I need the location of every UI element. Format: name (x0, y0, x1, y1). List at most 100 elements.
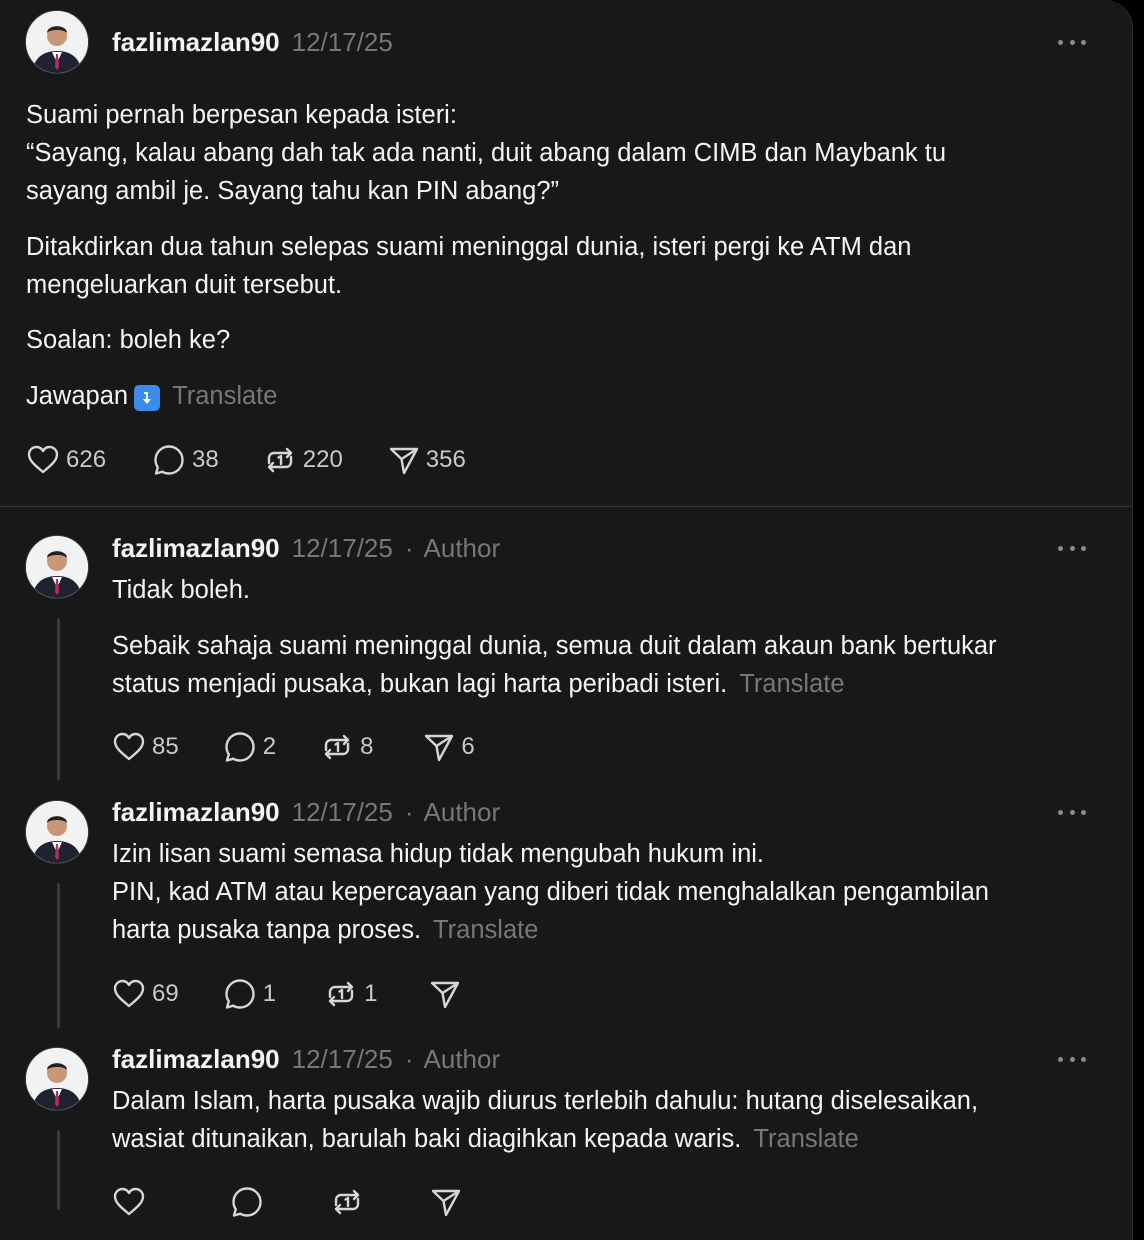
reply-header: fazlimazlan90 12/17/25 · Author (112, 796, 500, 828)
separator-dot: · (404, 797, 414, 827)
author-label: Author (423, 533, 501, 563)
reply-header: fazlimazlan90 12/17/25 · Author (112, 1043, 500, 1075)
thread-card: fazlimazlan90 12/17/25 Suami pernah berp… (0, 0, 1133, 1240)
author-label: Author (423, 797, 501, 827)
share-count: 6 (461, 733, 475, 760)
reply-text: status menjadi pusaka, bukan lagi harta … (112, 670, 728, 698)
like-button[interactable]: 69 (112, 978, 179, 1010)
translate-link[interactable]: Translate (433, 916, 538, 944)
more-dots-icon[interactable] (1058, 541, 1086, 555)
username[interactable]: fazlimazlan90 (112, 26, 280, 58)
paper-plane-icon (431, 1189, 461, 1217)
more-dots-icon[interactable] (1058, 35, 1086, 49)
repost-button[interactable]: 1 (324, 977, 377, 1011)
avatar[interactable] (25, 10, 89, 74)
username[interactable]: fazlimazlan90 (112, 532, 280, 564)
like-count: 85 (152, 733, 179, 760)
repost-icon (328, 981, 354, 1007)
reply-text-line: Sebaik sahaja suami meninggal dunia, sem… (112, 632, 997, 660)
heart-icon (27, 445, 59, 474)
speech-bubble-icon (225, 732, 255, 762)
post-text-line: mengeluarkan duit tersebut. (26, 271, 343, 299)
like-button[interactable]: 85 (112, 731, 179, 763)
repost-button[interactable]: 220 (263, 443, 343, 477)
like-count: 69 (152, 980, 179, 1007)
username[interactable]: fazlimazlan90 (112, 1043, 280, 1075)
post-date[interactable]: 12/17/25 (292, 796, 393, 828)
speech-bubble-icon (225, 979, 255, 1009)
speech-bubble-icon (154, 445, 184, 475)
post-header: fazlimazlan90 12/17/25 (112, 26, 393, 58)
repost-button[interactable] (330, 1185, 364, 1219)
more-dots-icon[interactable] (1058, 1052, 1086, 1066)
repost-count: 220 (302, 446, 343, 473)
share-button[interactable]: 356 (388, 444, 466, 476)
post-text-jawapan: Jawapan (26, 382, 129, 410)
reply-button[interactable]: 2 (223, 730, 276, 764)
post-text-line: Ditakdirkan dua tahun selepas suami meni… (26, 233, 912, 261)
paper-plane-icon (425, 734, 454, 762)
post-date[interactable]: 12/17/25 (292, 26, 393, 58)
avatar-photo (26, 11, 88, 73)
reply-text-line: Izin lisan suami semasa hidup tidak meng… (112, 840, 765, 868)
heart-icon (113, 1187, 145, 1216)
reply-count: 1 (262, 980, 277, 1007)
reply-button[interactable] (230, 1185, 264, 1219)
author-label: Author (423, 1044, 501, 1074)
repost-icon (334, 1189, 360, 1215)
username[interactable]: fazlimazlan90 (112, 796, 280, 828)
avatar[interactable] (25, 1047, 89, 1111)
like-button[interactable] (112, 1186, 146, 1218)
post-text-line: “Sayang, kalau abang dah tak ada nanti, … (26, 139, 947, 167)
post-text-line: sayang ambil je. Sayang tahu kan PIN aba… (26, 177, 560, 205)
repost-count: 1 (364, 980, 378, 1007)
like-count: 626 (66, 446, 107, 473)
reply-text: wasiat ditunaikan, barulah baki diagihka… (112, 1125, 742, 1153)
avatar-photo (26, 536, 88, 598)
reply-button[interactable]: 38 (152, 443, 219, 477)
reply-count: 2 (262, 733, 277, 760)
separator-dot: · (404, 1044, 414, 1074)
share-button[interactable] (430, 1186, 462, 1218)
reply-button[interactable]: 1 (223, 977, 276, 1011)
thread-line (57, 1130, 60, 1210)
avatar-photo (26, 1048, 88, 1110)
action-bar-cropped (112, 1184, 462, 1220)
action-bar: 626 38 220 356 (26, 442, 466, 478)
translate-link[interactable]: Translate (753, 1125, 858, 1153)
post-text-line: Jawapan Translate (26, 377, 277, 415)
share-button[interactable] (429, 978, 461, 1010)
down-arrow-emoji-icon (134, 385, 161, 411)
divider (0, 506, 1132, 507)
action-bar: 69 1 1 (112, 976, 461, 1012)
avatar-photo (26, 801, 88, 863)
share-count: 356 (425, 446, 466, 473)
repost-count: 8 (360, 733, 374, 760)
reply-header: fazlimazlan90 12/17/25 · Author (112, 532, 500, 564)
reply-text-line: status menjadi pusaka, bukan lagi harta … (112, 665, 845, 703)
reply-count: 38 (192, 446, 219, 473)
post-text-line: Soalan: boleh ke? (26, 326, 231, 354)
reply-text-line: wasiat ditunaikan, barulah baki diagihka… (112, 1120, 859, 1158)
thread-line (57, 618, 60, 780)
paper-plane-icon (431, 981, 460, 1009)
post-date[interactable]: 12/17/25 (292, 532, 393, 564)
separator-dot: · (404, 533, 414, 563)
more-dots-icon[interactable] (1058, 805, 1086, 819)
post-text-line: Suami pernah berpesan kepada isteri: (26, 101, 457, 129)
like-button[interactable]: 626 (26, 444, 106, 476)
avatar[interactable] (25, 800, 89, 864)
action-bar: 85 2 8 6 (112, 729, 475, 765)
speech-bubble-icon (232, 1187, 262, 1217)
reply-text-line: Tidak boleh. (112, 576, 250, 604)
translate-link[interactable]: Translate (172, 382, 277, 410)
heart-icon (113, 979, 145, 1008)
share-button[interactable]: 6 (423, 731, 475, 763)
repost-button[interactable]: 8 (320, 730, 373, 764)
avatar[interactable] (25, 535, 89, 599)
repost-icon (267, 447, 292, 473)
post-date[interactable]: 12/17/25 (292, 1043, 393, 1075)
heart-icon (113, 732, 145, 761)
thread-line (57, 883, 60, 1028)
translate-link[interactable]: Translate (739, 670, 844, 698)
